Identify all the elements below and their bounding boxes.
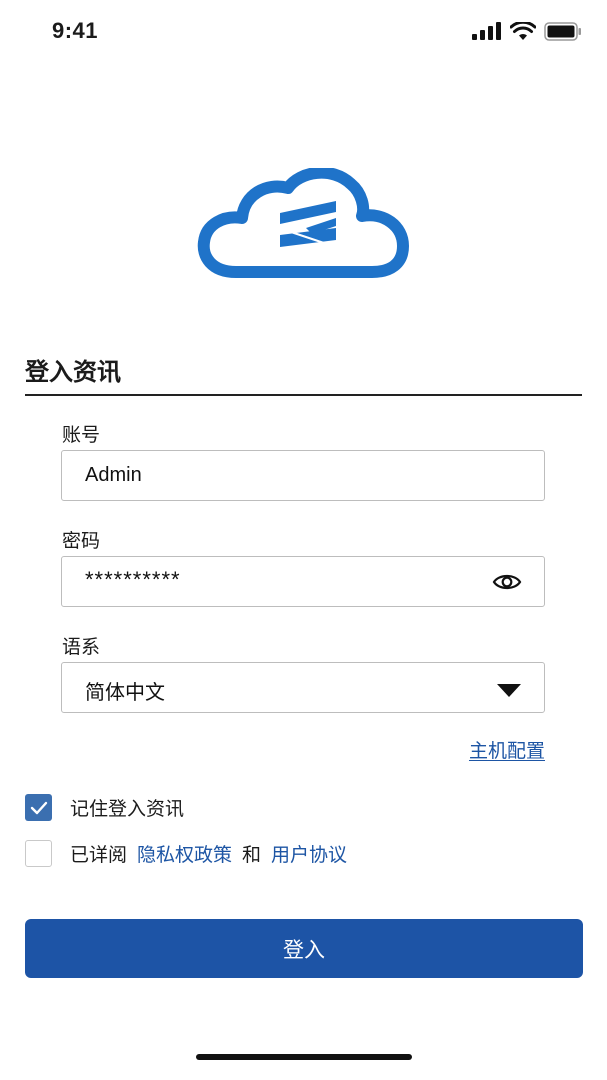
- check-icon: [30, 801, 47, 814]
- remember-label: 记住登入资讯: [70, 798, 185, 820]
- eye-icon[interactable]: [492, 570, 522, 594]
- host-config-link[interactable]: 主机配置: [469, 736, 545, 763]
- home-indicator: [196, 1054, 412, 1060]
- account-label: 账号: [62, 424, 101, 446]
- battery-icon: [544, 21, 581, 41]
- wifi-icon: [510, 21, 536, 40]
- remember-checkbox[interactable]: [25, 794, 52, 821]
- password-input[interactable]: **********: [61, 556, 545, 607]
- status-bar: 9:41: [0, 0, 607, 62]
- agreement-row: 已详阅 隐私权政策 和 用户协议: [25, 840, 347, 867]
- agreement-conjunction: 和: [242, 844, 262, 866]
- section-title: 登入资讯: [25, 358, 121, 386]
- privacy-policy-link[interactable]: 隐私权政策: [137, 840, 232, 867]
- agreement-prefix: 已详阅: [70, 844, 128, 866]
- password-value: **********: [85, 567, 181, 592]
- status-time: 9:41: [52, 18, 99, 43]
- account-value: Admin: [85, 464, 142, 486]
- remember-row: 记住登入资讯: [25, 794, 184, 821]
- section-divider: [25, 394, 582, 396]
- cloud-logo: [197, 168, 409, 278]
- account-input[interactable]: Admin: [61, 450, 545, 501]
- login-button[interactable]: 登入: [25, 919, 583, 978]
- language-label: 语系: [62, 636, 101, 658]
- cellular-signal-icon: [472, 22, 501, 40]
- language-select[interactable]: 简体中文: [61, 662, 545, 713]
- agreement-checkbox[interactable]: [25, 840, 52, 867]
- user-agreement-link[interactable]: 用户协议: [271, 840, 347, 867]
- password-label: 密码: [62, 530, 101, 552]
- status-icons: [472, 20, 582, 42]
- language-value: 简体中文: [85, 682, 165, 704]
- caret-down-icon[interactable]: [496, 682, 522, 698]
